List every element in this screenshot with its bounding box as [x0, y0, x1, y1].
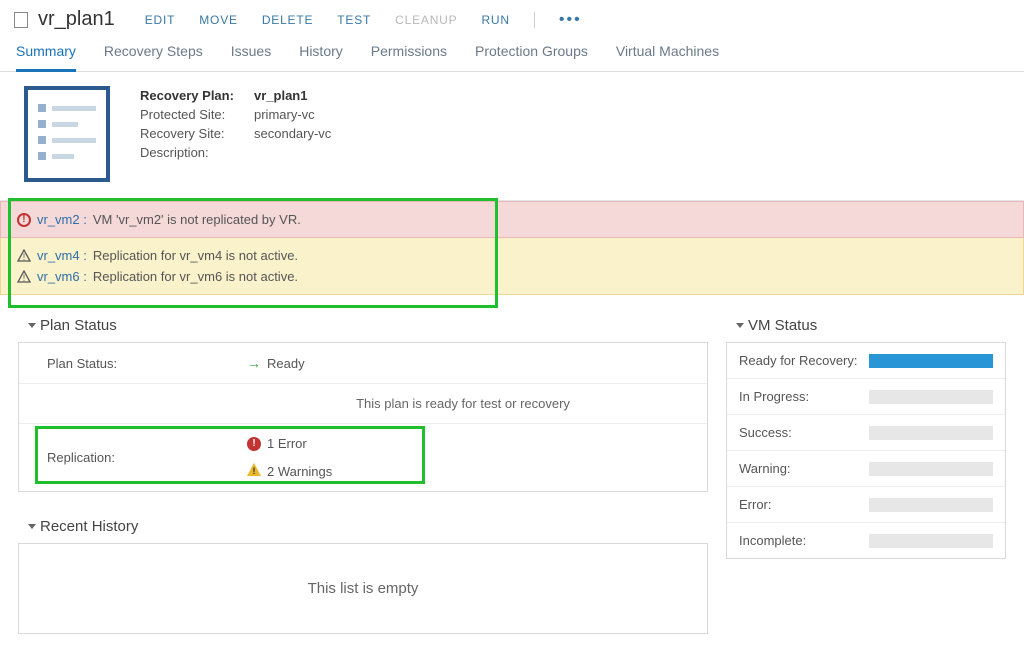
- warning-icon: !: [17, 249, 31, 262]
- action-test[interactable]: TEST: [337, 13, 371, 27]
- label-protected-site: Protected Site:: [140, 107, 240, 122]
- action-delete[interactable]: DELETE: [262, 13, 313, 27]
- action-edit[interactable]: EDIT: [145, 13, 176, 27]
- vm-status-row: Error:: [727, 487, 1005, 523]
- panel-header[interactable]: Recent History: [18, 510, 708, 544]
- progress-bar: [869, 426, 993, 440]
- more-actions-icon[interactable]: •••: [559, 11, 582, 29]
- tab-permissions[interactable]: Permissions: [371, 43, 447, 71]
- vm-status-row: Warning:: [727, 451, 1005, 487]
- tab-issues[interactable]: Issues: [231, 43, 271, 71]
- alert-message: Replication for vr_vm4 is not active.: [93, 248, 298, 263]
- status-text: Ready: [267, 356, 305, 371]
- alerts-section: vr_vm2 : VM 'vr_vm2' is not replicated b…: [0, 201, 1024, 295]
- action-run[interactable]: RUN: [481, 13, 509, 27]
- tab-recovery-steps[interactable]: Recovery Steps: [104, 43, 203, 71]
- progress-bar: [869, 462, 993, 476]
- left-column: Plan Status Plan Status: → Ready This pl…: [18, 309, 708, 634]
- vm-status-label: Warning:: [739, 461, 869, 476]
- recovery-site: secondary-vc: [254, 126, 331, 141]
- alert-message: Replication for vr_vm6 is not active.: [93, 269, 298, 284]
- warning-badge-icon: !: [247, 463, 261, 479]
- action-move[interactable]: MOVE: [199, 13, 238, 27]
- alert-warnings: ! vr_vm4 : Replication for vr_vm4 is not…: [0, 238, 1024, 295]
- progress-bar: [869, 390, 993, 404]
- label-replication: Replication:: [47, 450, 247, 465]
- caret-down-icon: [736, 323, 744, 328]
- plan-name: vr_plan1: [254, 88, 307, 103]
- svg-text:!: !: [23, 252, 26, 262]
- plan-status-panel: Plan Status Plan Status: → Ready This pl…: [18, 309, 708, 492]
- vm-status-label: Success:: [739, 425, 869, 440]
- vm-status-row: Ready for Recovery:: [727, 343, 1005, 379]
- vm-status-label: Incomplete:: [739, 533, 869, 548]
- ready-message: This plan is ready for test or recovery: [356, 396, 570, 411]
- separator: [534, 12, 535, 28]
- tab-history[interactable]: History: [299, 43, 343, 71]
- label-description: Description:: [140, 145, 240, 160]
- page-title: vr_plan1: [38, 8, 115, 31]
- svg-text:!: !: [253, 466, 256, 476]
- vm-status-row: Success:: [727, 415, 1005, 451]
- tab-bar: Summary Recovery Steps Issues History Pe…: [0, 33, 1024, 72]
- ready-arrow-icon: →: [247, 355, 261, 371]
- warning-icon: !: [17, 270, 31, 283]
- caret-down-icon: [28, 524, 36, 529]
- vm-status-row: Incomplete:: [727, 523, 1005, 558]
- panel-title: VM Status: [748, 317, 817, 334]
- error-badge-icon: !: [247, 437, 261, 451]
- label-plan-status: Plan Status:: [47, 356, 247, 371]
- alert-message: VM 'vr_vm2' is not replicated by VR.: [93, 212, 301, 227]
- progress-bar: [869, 354, 993, 368]
- tab-protection-groups[interactable]: Protection Groups: [475, 43, 588, 71]
- header-bar: vr_plan1 EDIT MOVE DELETE TEST CLEANUP R…: [0, 0, 1024, 33]
- label-recovery-site: Recovery Site:: [140, 126, 240, 141]
- vm-status-row: In Progress:: [727, 379, 1005, 415]
- panel-header[interactable]: Plan Status: [18, 309, 708, 343]
- vm-status-panel: VM Status Ready for Recovery: In Progres…: [726, 309, 1006, 559]
- alert-vm-link[interactable]: vr_vm2 :: [37, 212, 87, 227]
- empty-message: This list is empty: [19, 544, 707, 633]
- progress-bar: [869, 498, 993, 512]
- progress-bar: [869, 534, 993, 548]
- tab-summary[interactable]: Summary: [16, 43, 76, 72]
- error-count: 1 Error: [267, 436, 307, 451]
- panel-title: Recent History: [40, 518, 138, 535]
- vm-status-label: Ready for Recovery:: [739, 353, 869, 368]
- panel-title: Plan Status: [40, 317, 117, 334]
- action-bar: EDIT MOVE DELETE TEST CLEANUP RUN •••: [145, 11, 582, 29]
- document-icon: [14, 12, 28, 28]
- label-recovery-plan: Recovery Plan:: [140, 88, 240, 103]
- tab-virtual-machines[interactable]: Virtual Machines: [616, 43, 719, 71]
- svg-text:!: !: [23, 273, 26, 283]
- panels-area: Plan Status Plan Status: → Ready This pl…: [0, 295, 1024, 648]
- alert-vm-link[interactable]: vr_vm4 :: [37, 248, 87, 263]
- warning-count: 2 Warnings: [267, 464, 332, 479]
- caret-down-icon: [28, 323, 36, 328]
- error-icon: [17, 213, 31, 227]
- recovery-plan-icon: [24, 86, 110, 182]
- action-cleanup: CLEANUP: [395, 13, 457, 27]
- vm-status-label: In Progress:: [739, 389, 869, 404]
- plan-details: Recovery Plan: vr_plan1 Protected Site: …: [140, 86, 331, 182]
- right-column: VM Status Ready for Recovery: In Progres…: [726, 309, 1006, 559]
- recent-history-panel: Recent History This list is empty: [18, 510, 708, 634]
- summary-info: Recovery Plan: vr_plan1 Protected Site: …: [0, 72, 1024, 201]
- vm-status-label: Error:: [739, 497, 869, 512]
- alert-error: vr_vm2 : VM 'vr_vm2' is not replicated b…: [0, 201, 1024, 238]
- alert-vm-link[interactable]: vr_vm6 :: [37, 269, 87, 284]
- protected-site: primary-vc: [254, 107, 315, 122]
- panel-header[interactable]: VM Status: [726, 309, 1006, 343]
